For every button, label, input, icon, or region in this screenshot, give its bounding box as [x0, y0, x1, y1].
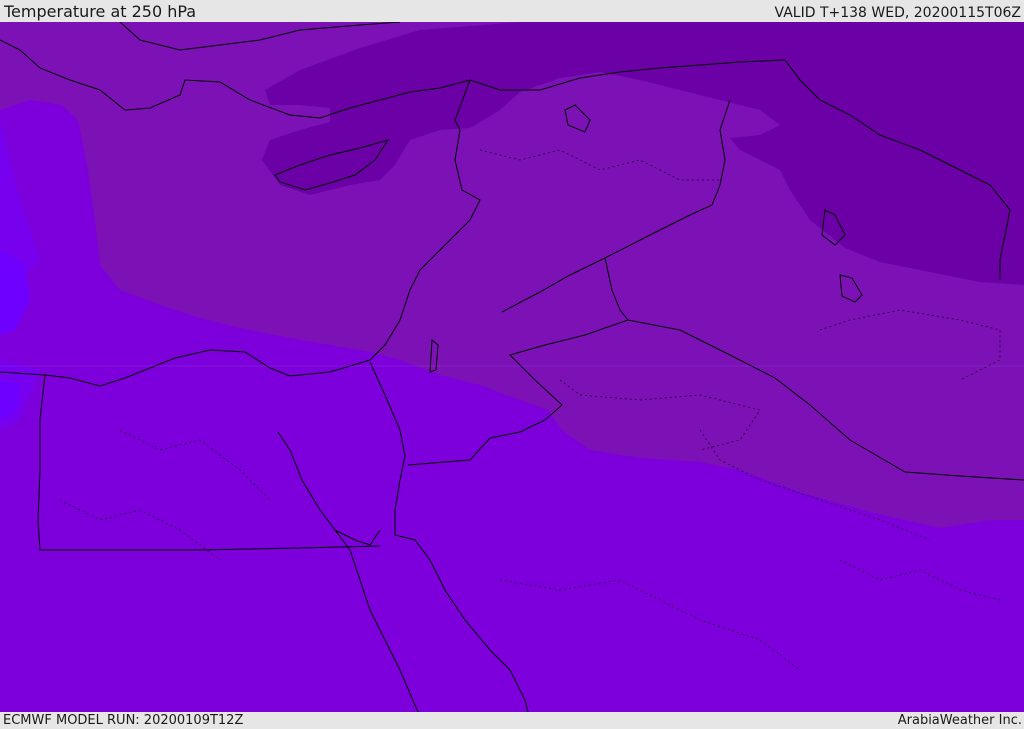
header-bar: Temperature at 250 hPa VALID T+138 WED, … — [0, 0, 1024, 22]
weather-map-frame: Temperature at 250 hPa VALID T+138 WED, … — [0, 0, 1024, 729]
temperature-map — [0, 22, 1024, 712]
valid-time: VALID T+138 WED, 20200115T06Z — [774, 5, 1021, 21]
footer-bar: ECMWF MODEL RUN: 20200109T12Z ArabiaWeat… — [0, 712, 1024, 729]
map-canvas — [0, 22, 1024, 712]
credit-label: ArabiaWeather Inc. — [897, 713, 1022, 728]
map-title: Temperature at 250 hPa — [4, 2, 197, 21]
model-run-label: ECMWF MODEL RUN: 20200109T12Z — [3, 713, 244, 728]
